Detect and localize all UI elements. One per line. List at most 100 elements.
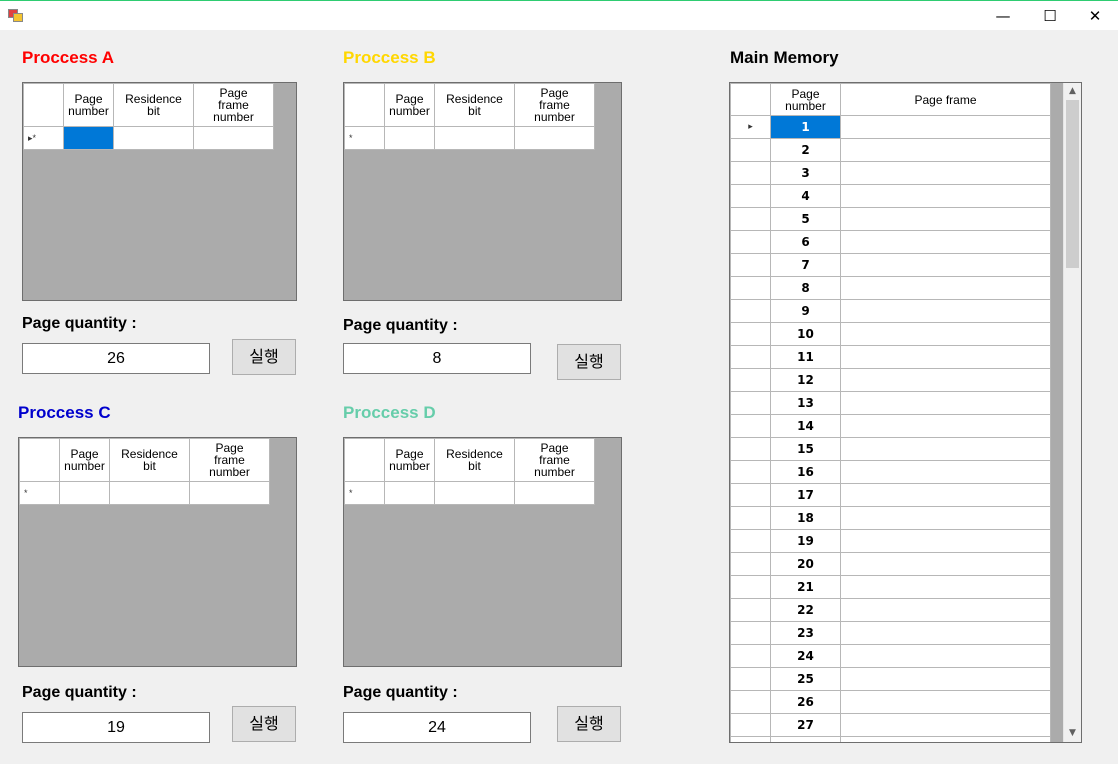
page-frame-cell[interactable] — [840, 322, 1051, 346]
column-header-residence-bit[interactable]: Residence bit — [434, 83, 515, 127]
process-a-quantity-input[interactable]: 26 — [22, 343, 210, 374]
column-header-residence-bit[interactable]: Residence bit — [434, 438, 515, 482]
row-header[interactable] — [730, 736, 771, 742]
new-row-marker[interactable]: ▸* — [23, 126, 64, 150]
column-header-page-frame-number[interactable]: Page frame number — [514, 83, 595, 127]
page-frame-cell[interactable] — [840, 598, 1051, 622]
page-number-cell[interactable]: 6 — [770, 230, 841, 254]
column-header-residence-bit[interactable]: Residence bit — [113, 83, 194, 127]
page-frame-cell[interactable] — [840, 391, 1051, 415]
table-row[interactable]: 26 — [730, 690, 1051, 714]
table-row[interactable]: 4 — [730, 184, 1051, 208]
table-row[interactable]: 16 — [730, 460, 1051, 484]
page-number-cell[interactable]: 26 — [770, 690, 841, 714]
table-row[interactable]: ▸ 1 — [730, 115, 1051, 139]
page-frame-cell[interactable] — [840, 621, 1051, 645]
page-number-cell[interactable]: 11 — [770, 345, 841, 369]
process-c-page-table[interactable]: Page number Residence bit Page frame num… — [18, 437, 297, 667]
page-frame-cell[interactable] — [840, 345, 1051, 369]
new-row-marker[interactable]: * — [344, 126, 385, 150]
process-c-quantity-input[interactable]: 19 — [22, 712, 210, 743]
page-frame-cell[interactable] — [840, 230, 1051, 254]
table-row[interactable]: 5 — [730, 207, 1051, 231]
process-a-page-table[interactable]: Page number Residence bit Page frame num… — [22, 82, 297, 301]
page-number-cell[interactable]: 4 — [770, 184, 841, 208]
row-header[interactable] — [730, 299, 771, 323]
page-frame-cell[interactable] — [840, 437, 1051, 461]
vertical-scrollbar[interactable]: ▲ ▼ — [1063, 83, 1081, 742]
page-frame-cell[interactable] — [840, 529, 1051, 553]
page-number-cell[interactable]: 12 — [770, 368, 841, 392]
table-row[interactable]: 25 — [730, 667, 1051, 691]
table-cell[interactable] — [63, 126, 114, 150]
page-frame-cell[interactable] — [840, 184, 1051, 208]
page-number-cell[interactable]: 14 — [770, 414, 841, 438]
page-frame-cell[interactable] — [840, 299, 1051, 323]
page-frame-cell[interactable] — [840, 207, 1051, 231]
table-row[interactable]: 13 — [730, 391, 1051, 415]
row-header[interactable] — [730, 184, 771, 208]
row-header[interactable] — [730, 230, 771, 254]
row-header[interactable] — [730, 437, 771, 461]
table-cell[interactable] — [113, 126, 194, 150]
row-header[interactable] — [730, 161, 771, 185]
page-frame-cell[interactable] — [840, 414, 1051, 438]
page-frame-cell[interactable] — [840, 161, 1051, 185]
row-header[interactable] — [730, 483, 771, 507]
page-frame-cell[interactable] — [840, 713, 1051, 737]
page-number-cell[interactable]: 24 — [770, 644, 841, 668]
table-row[interactable]: 8 — [730, 276, 1051, 300]
page-frame-cell[interactable] — [840, 115, 1051, 139]
maximize-button[interactable]: ☐ — [1027, 1, 1073, 31]
scroll-down-icon[interactable]: ▼ — [1064, 725, 1081, 742]
column-header-page-number[interactable]: Page number — [63, 83, 114, 127]
table-row[interactable]: 22 — [730, 598, 1051, 622]
page-number-cell[interactable]: 18 — [770, 506, 841, 530]
process-b-quantity-input[interactable]: 8 — [343, 343, 531, 374]
page-frame-cell[interactable] — [840, 276, 1051, 300]
page-number-cell[interactable]: 21 — [770, 575, 841, 599]
table-cell[interactable] — [384, 481, 435, 505]
page-number-cell[interactable]: 16 — [770, 460, 841, 484]
table-row[interactable]: 17 — [730, 483, 1051, 507]
page-number-cell[interactable]: 20 — [770, 552, 841, 576]
page-number-cell[interactable]: 8 — [770, 276, 841, 300]
row-header[interactable] — [730, 253, 771, 277]
column-header-page-number[interactable]: Page number — [384, 438, 435, 482]
page-number-cell[interactable]: 7 — [770, 253, 841, 277]
page-frame-cell[interactable] — [840, 736, 1051, 742]
process-c-run-button[interactable]: 실행 — [232, 706, 296, 742]
page-number-cell[interactable]: 23 — [770, 621, 841, 645]
row-header[interactable] — [730, 575, 771, 599]
table-cell[interactable] — [434, 126, 515, 150]
row-header[interactable] — [730, 207, 771, 231]
table-row[interactable]: 14 — [730, 414, 1051, 438]
process-d-run-button[interactable]: 실행 — [557, 706, 621, 742]
table-row[interactable]: 23 — [730, 621, 1051, 645]
page-frame-cell[interactable] — [840, 368, 1051, 392]
table-row[interactable]: 18 — [730, 506, 1051, 530]
page-frame-cell[interactable] — [840, 483, 1051, 507]
row-header[interactable] — [730, 644, 771, 668]
page-number-cell[interactable]: 25 — [770, 667, 841, 691]
new-row-marker[interactable]: * — [19, 481, 60, 505]
table-cell[interactable] — [189, 481, 270, 505]
row-header[interactable] — [730, 138, 771, 162]
page-number-cell[interactable]: 15 — [770, 437, 841, 461]
row-header[interactable] — [730, 506, 771, 530]
page-number-cell[interactable]: 28 — [770, 736, 841, 742]
row-header[interactable] — [730, 667, 771, 691]
page-number-cell[interactable]: 9 — [770, 299, 841, 323]
table-row[interactable]: 12 — [730, 368, 1051, 392]
row-header[interactable] — [730, 621, 771, 645]
table-row[interactable]: 6 — [730, 230, 1051, 254]
table-row[interactable]: 24 — [730, 644, 1051, 668]
table-cell[interactable] — [514, 481, 595, 505]
page-frame-cell[interactable] — [840, 644, 1051, 668]
scroll-up-icon[interactable]: ▲ — [1064, 83, 1081, 100]
page-frame-cell[interactable] — [840, 690, 1051, 714]
column-header-page-frame-number[interactable]: Page frame number — [514, 438, 595, 482]
page-frame-cell[interactable] — [840, 138, 1051, 162]
new-row-marker[interactable]: * — [344, 481, 385, 505]
process-a-run-button[interactable]: 실행 — [232, 339, 296, 375]
